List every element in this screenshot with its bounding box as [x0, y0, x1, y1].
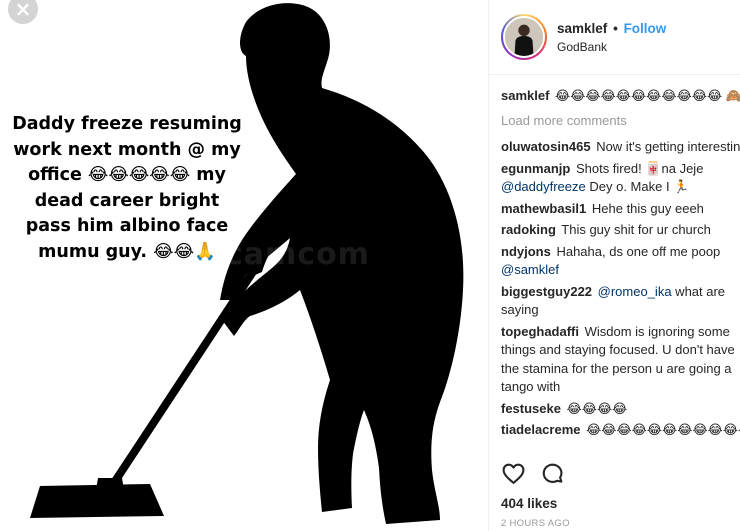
comment-username[interactable]: biggestguy222: [501, 284, 592, 299]
comment-username[interactable]: oluwatosin465: [501, 139, 591, 154]
comment-text: Dey o. Make I 🏃: [585, 179, 690, 194]
comment-username[interactable]: topeghadaffi: [501, 324, 579, 339]
comment-username[interactable]: radoking: [501, 222, 556, 237]
location-link[interactable]: GodBank: [557, 40, 666, 54]
comment-username[interactable]: mathewbasil1: [501, 201, 586, 216]
comment-item: biggestguy222 @romeo_ika what are saying: [501, 283, 740, 320]
comment-text: 😂😂😂😂😂😂😂😂😂😂😂😂: [586, 422, 740, 437]
comment-username[interactable]: festuseke: [501, 401, 561, 416]
watermark: camcom: [225, 237, 370, 272]
comment-item: radoking This guy shit for ur church: [501, 221, 740, 240]
like-count[interactable]: 404 likes: [501, 496, 740, 511]
post-image[interactable]: × camcom Daddy freeze resuming work next…: [0, 0, 488, 531]
comment-text: Now it's getting interesting: [592, 139, 740, 154]
comment-mention[interactable]: @romeo_ika: [598, 284, 672, 299]
post-timestamp[interactable]: 2 HOURS AGO: [501, 518, 740, 529]
comment-username[interactable]: tiadelacreme: [501, 422, 581, 437]
comment-username[interactable]: samklef: [501, 88, 549, 103]
comment-mention[interactable]: @daddyfreeze: [501, 179, 586, 194]
comment-username[interactable]: ndyjons: [501, 244, 551, 259]
close-icon: ×: [14, 0, 32, 21]
comment-text: Shots fired! 🀄na Jeje: [572, 160, 704, 176]
caption-comment: samklef 😂😂😂😂😂😂😂😂😂😂😂 🙈: [501, 87, 740, 106]
follow-button[interactable]: Follow: [624, 21, 667, 36]
avatar-story-ring[interactable]: [501, 14, 547, 60]
username-link[interactable]: samklef: [557, 21, 607, 36]
image-caption-text: Daddy freeze resuming work next month @ …: [12, 114, 242, 262]
load-more-comments-button[interactable]: Load more comments: [501, 112, 740, 131]
comment-bubble-icon[interactable]: [540, 461, 565, 486]
comment-text: Hahaha, ds one off me poop: [552, 243, 721, 259]
post-header: samklef • Follow GodBank: [489, 0, 740, 75]
comment-item: ndyjons Hahaha, ds one off me poop @samk…: [501, 243, 740, 280]
comments-list: samklef 😂😂😂😂😂😂😂😂😂😂😂 🙈 Load more comments…: [489, 75, 740, 440]
instagram-post: × camcom Daddy freeze resuming work next…: [0, 0, 740, 531]
comment-text: 😂😂😂😂: [562, 400, 628, 416]
comment-mention[interactable]: @samklef: [501, 262, 559, 277]
post-sidebar: samklef • Follow GodBank samklef 😂😂😂😂😂😂😂…: [488, 0, 740, 531]
comment-text: This guy shit for ur church: [557, 222, 711, 237]
heart-icon[interactable]: [501, 461, 526, 486]
comment-item: topeghadaffi Wisdom is ignoring some thi…: [501, 323, 740, 397]
separator-dot: •: [613, 20, 618, 36]
comment-text: 😂😂😂😂😂😂😂😂😂😂😂 🙈: [555, 88, 740, 103]
comment-username[interactable]: egunmanjp: [501, 161, 570, 176]
user-photo-icon: [505, 18, 543, 56]
comment-text: Hehe this guy eeeh: [588, 200, 704, 216]
comment-item: tiadelacreme 😂😂😂😂😂😂😂😂😂😂😂😂: [501, 421, 740, 440]
comment-item: festuseke 😂😂😂😂: [501, 400, 740, 419]
comment-item: mathewbasil1 Hehe this guy eeeh: [501, 200, 740, 219]
comment-item: oluwatosin465 Now it's getting interesti…: [501, 138, 740, 157]
avatar[interactable]: [503, 16, 545, 58]
post-actions: 404 likes 2 HOURS AGO: [489, 460, 740, 529]
comment-item: egunmanjp Shots fired! 🀄na Jeje @daddyfr…: [501, 160, 740, 197]
